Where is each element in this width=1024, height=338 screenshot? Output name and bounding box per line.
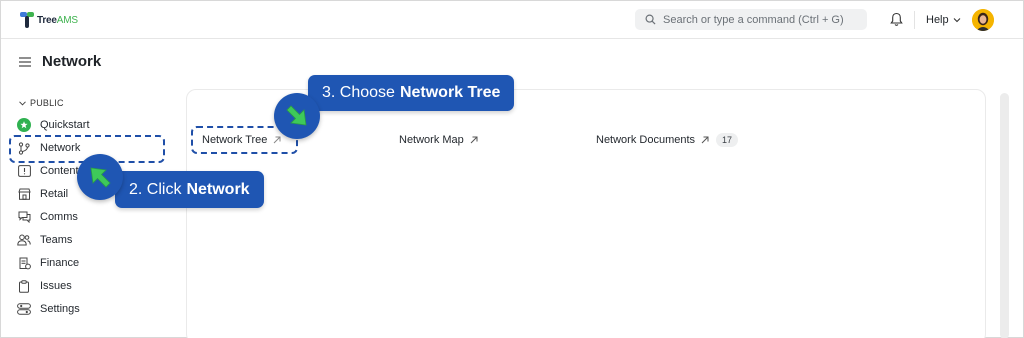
search-icon: [645, 14, 656, 25]
network-map-label: Network Map: [399, 134, 464, 146]
sidebar-section-public[interactable]: PUBLIC: [19, 98, 64, 108]
sidebar-item-label: Finance: [40, 257, 80, 269]
sidebar-item-label: Comms: [40, 211, 78, 223]
step2-target: Network: [186, 180, 250, 198]
finance-icon: [17, 256, 31, 270]
logo-text: TreeAMS: [37, 14, 78, 26]
menu-toggle-icon[interactable]: [19, 57, 31, 67]
help-label: Help: [926, 14, 949, 26]
scrollbar-thumb[interactable]: [1000, 93, 1009, 338]
sidebar-item-issues[interactable]: Issues: [17, 276, 72, 296]
navbar-divider: [914, 11, 915, 29]
step3-target: Network Tree: [399, 84, 501, 101]
quickstart-icon: [17, 118, 31, 132]
treeams-logo[interactable]: TreeAMS: [20, 12, 78, 28]
chat-icon: [17, 210, 31, 224]
search-placeholder: Search or type a command (Ctrl + G): [663, 13, 844, 26]
documents-count-badge: 17: [716, 133, 739, 147]
content-icon: [17, 164, 31, 178]
sidebar-item-teams[interactable]: Teams: [17, 230, 72, 250]
network-documents-label: Network Documents: [596, 134, 696, 146]
page-title: Network: [42, 53, 102, 70]
sidebar-item-finance[interactable]: Finance: [17, 253, 79, 273]
page-scrollbar[interactable]: [998, 89, 1011, 338]
external-link-arrow-icon: [701, 136, 709, 144]
network-documents-link[interactable]: Network Documents 17: [596, 133, 739, 147]
help-dropdown[interactable]: Help: [926, 14, 961, 26]
top-navbar: TreeAMS Search or type a command (Ctrl +…: [1, 1, 1023, 39]
sidebar-item-label: Content: [40, 165, 79, 177]
sidebar-item-quickstart[interactable]: Quickstart: [17, 115, 90, 135]
external-link-arrow-icon: [470, 136, 478, 144]
chevron-down-icon: [953, 18, 961, 23]
clipboard-icon: [17, 279, 31, 293]
sidebar-item-retail[interactable]: Retail: [17, 184, 68, 204]
users-icon: [17, 233, 31, 247]
sidebar-item-label: Quickstart: [40, 119, 90, 131]
network-map-link[interactable]: Network Map: [399, 134, 478, 146]
sidebar-item-content[interactable]: Content: [17, 161, 79, 181]
step2-prefix: 2. Click: [129, 180, 182, 198]
settings-icon: [17, 302, 31, 316]
sidebar-item-label: Teams: [40, 234, 73, 246]
sidebar-section-label: PUBLIC: [30, 98, 64, 108]
chevron-down-icon: [19, 100, 26, 106]
step2-pointer-arrow-icon: [77, 154, 123, 200]
sidebar-item-label: Settings: [40, 303, 80, 315]
store-icon: [17, 187, 31, 201]
user-avatar-icon: [972, 9, 994, 31]
sidebar-item-label: Retail: [40, 188, 69, 200]
app-window: TreeAMS Search or type a command (Ctrl +…: [0, 0, 1024, 338]
sidebar-item-settings[interactable]: Settings: [17, 299, 80, 319]
step3-pointer-arrow-icon: [274, 93, 320, 139]
search-bar[interactable]: Search or type a command (Ctrl + G): [635, 9, 867, 30]
step3-prefix: 3. Choose: [322, 84, 395, 101]
logo-mark-icon: [20, 12, 34, 28]
sidebar-item-comms[interactable]: Comms: [17, 207, 78, 227]
step2-callout: 2. Click Network: [115, 171, 264, 208]
step3-callout: 3. Choose Network Tree: [308, 75, 515, 111]
sidebar-item-label: Issues: [40, 280, 72, 292]
avatar[interactable]: [972, 9, 994, 31]
bell-icon[interactable]: [890, 12, 903, 27]
